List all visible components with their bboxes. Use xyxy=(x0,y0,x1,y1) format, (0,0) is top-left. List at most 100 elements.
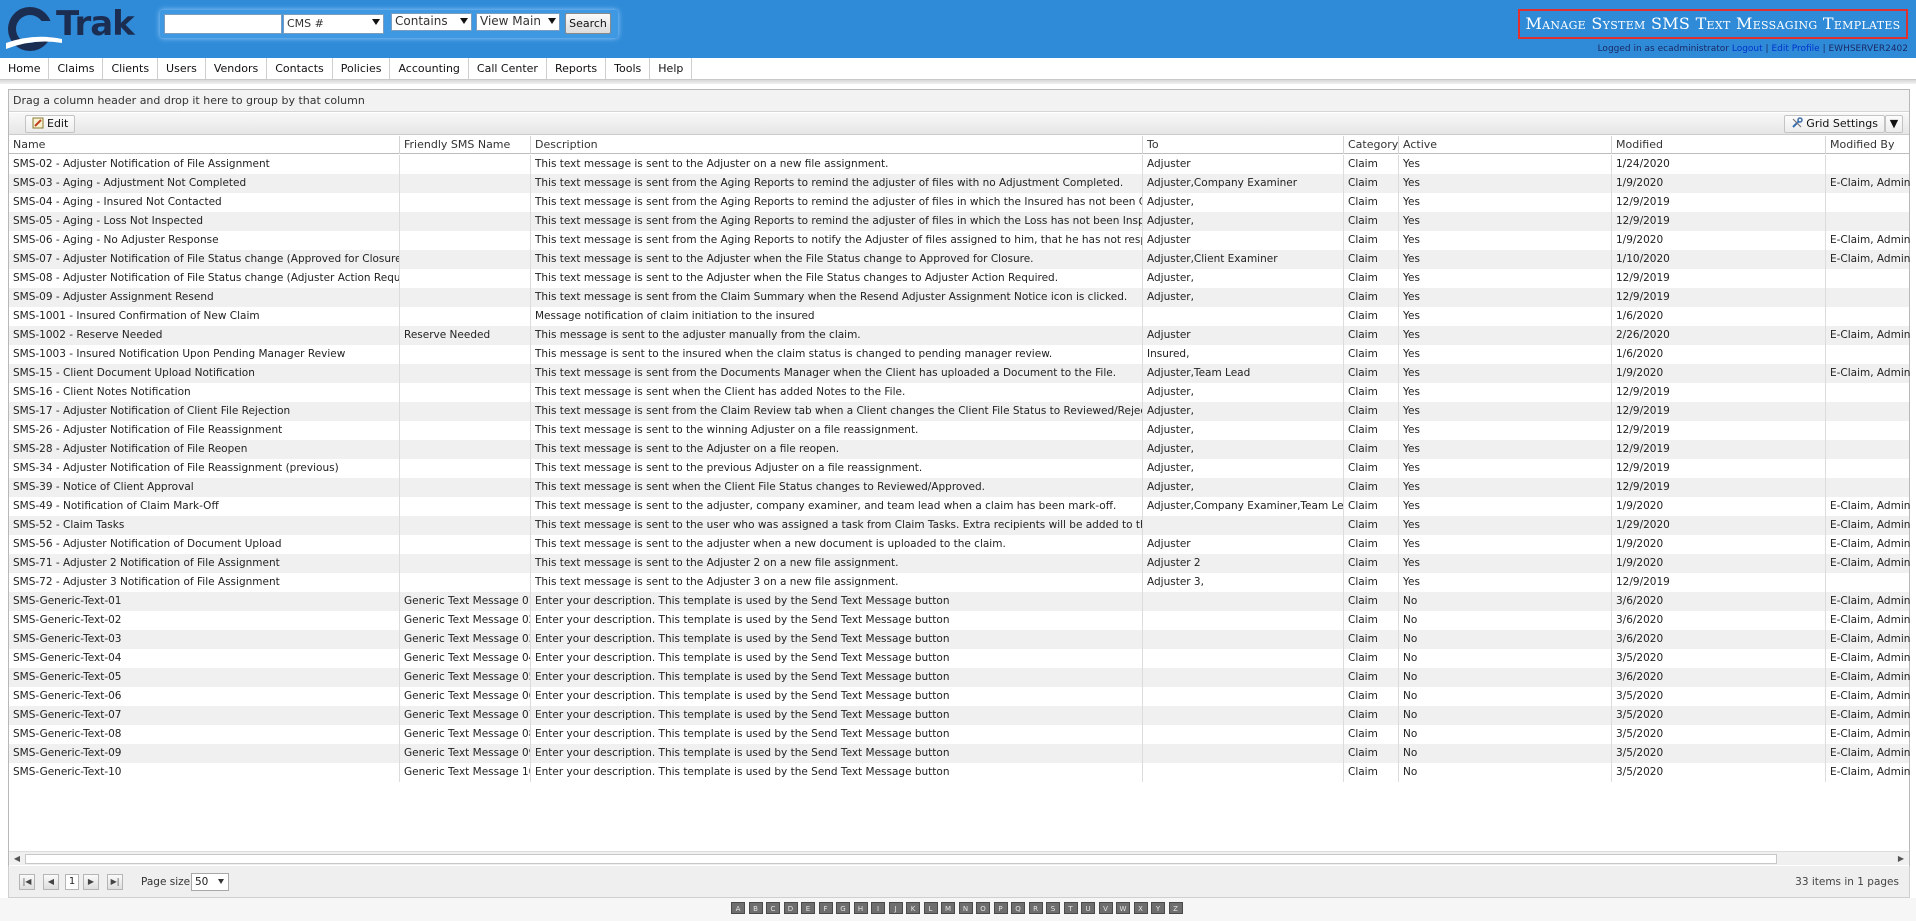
column-header-modified[interactable]: Modified xyxy=(1612,136,1826,154)
table-row[interactable]: SMS-Generic-Text-02 Generic Text Message … xyxy=(9,611,1911,630)
column-header-category[interactable]: Category xyxy=(1344,136,1399,154)
horizontal-scrollbar[interactable]: ◀ ▶ xyxy=(9,851,1909,865)
alphabet-letter-m[interactable]: M xyxy=(941,902,955,914)
alphabet-letter-a[interactable]: A xyxy=(731,902,745,914)
search-field-select[interactable]: CMS # xyxy=(283,14,384,34)
table-row[interactable]: SMS-Generic-Text-04 Generic Text Message … xyxy=(9,649,1910,668)
alphabet-letter-g[interactable]: G xyxy=(836,902,850,914)
previous-page-icon[interactable]: ◀ xyxy=(43,874,59,890)
table-row[interactable]: SMS-07 - Adjuster Notification of File S… xyxy=(9,250,1910,269)
alphabet-letter-t[interactable]: T xyxy=(1063,902,1078,914)
alphabet-letter-w[interactable]: W xyxy=(1116,902,1130,914)
alphabet-letter-u[interactable]: U xyxy=(1081,902,1095,914)
table-row[interactable]: SMS-1003 - Insured Notification Upon Pen… xyxy=(9,345,1909,364)
table-row[interactable]: SMS-26 - Adjuster Notification of File R… xyxy=(9,421,1909,440)
table-row[interactable]: SMS-Generic-Text-03 Generic Text Message … xyxy=(9,630,1911,649)
grid-settings-button[interactable]: Grid Settings xyxy=(1784,115,1885,133)
menu-item-accounting[interactable]: Accounting xyxy=(390,58,469,79)
table-row[interactable]: SMS-34 - Adjuster Notification of File R… xyxy=(9,459,1909,478)
menu-item-claims[interactable]: Claims xyxy=(49,58,104,79)
table-row[interactable]: SMS-17 - Adjuster Notification of Client… xyxy=(9,402,1909,421)
alphabet-letter-h[interactable]: H xyxy=(853,902,868,914)
alphabet-letter-b[interactable]: B xyxy=(748,902,763,914)
menu-item-reports[interactable]: Reports xyxy=(547,58,607,79)
edit-profile-link[interactable]: Edit Profile xyxy=(1771,44,1819,54)
table-row[interactable]: SMS-05 - Aging - Loss Not Inspected This … xyxy=(9,212,1909,231)
edit-button[interactable]: Edit xyxy=(25,115,76,133)
alphabet-letter-o[interactable]: O xyxy=(976,902,990,914)
column-header-name[interactable]: Name xyxy=(9,136,400,154)
table-row[interactable]: SMS-1001 - Insured Confirmation of New C… xyxy=(9,307,1909,326)
alphabet-letter-l[interactable]: L xyxy=(923,902,938,914)
menu-item-contacts[interactable]: Contacts xyxy=(267,58,333,79)
alphabet-letter-r[interactable]: R xyxy=(1028,902,1043,914)
table-row[interactable]: SMS-49 - Notification of Claim Mark-Off T… xyxy=(9,497,1910,516)
menu-item-vendors[interactable]: Vendors xyxy=(206,58,268,79)
next-page-icon[interactable]: ▶ xyxy=(83,874,99,890)
alphabet-letter-i[interactable]: I xyxy=(871,902,885,914)
scrollbar-thumb[interactable] xyxy=(25,854,1777,864)
table-row[interactable]: SMS-Generic-Text-07 Generic Text Message … xyxy=(9,706,1910,725)
menu-item-call-center[interactable]: Call Center xyxy=(469,58,547,79)
table-row[interactable]: SMS-03 - Aging - Adjustment Not Complete… xyxy=(9,174,1910,193)
logout-link[interactable]: Logout xyxy=(1732,44,1763,54)
column-header-description[interactable]: Description xyxy=(531,136,1143,154)
column-header-modified-by[interactable]: Modified By xyxy=(1826,136,1911,154)
search-operator-select[interactable]: Contains xyxy=(391,13,472,31)
table-row[interactable]: SMS-08 - Adjuster Notification of File S… xyxy=(9,269,1909,288)
scroll-right-icon[interactable]: ▶ xyxy=(1895,853,1907,865)
search-button[interactable]: Search xyxy=(565,13,611,34)
group-by-panel[interactable]: Drag a column header and drop it here to… xyxy=(9,90,1909,112)
table-row[interactable]: SMS-Generic-Text-10 Generic Text Message … xyxy=(9,763,1910,782)
alphabet-letter-k[interactable]: K xyxy=(906,902,920,914)
alphabet-letter-s[interactable]: S xyxy=(1046,902,1060,914)
first-page-icon[interactable]: |◀ xyxy=(19,874,35,890)
table-row[interactable]: SMS-56 - Adjuster Notification of Docume… xyxy=(9,535,1910,554)
alphabet-letter-p[interactable]: P xyxy=(993,902,1008,914)
menu-item-help[interactable]: Help xyxy=(650,58,693,79)
table-row[interactable]: SMS-39 - Notice of Client Approval This t… xyxy=(9,478,1909,497)
column-header-to[interactable]: To xyxy=(1143,136,1344,154)
table-row[interactable]: SMS-09 - Adjuster Assignment Resend This … xyxy=(9,288,1909,307)
alphabet-letter-d[interactable]: D xyxy=(783,902,798,914)
etrak-logo[interactable]: Trak xyxy=(4,3,154,53)
alphabet-letter-c[interactable]: C xyxy=(766,902,780,914)
alphabet-letter-j[interactable]: J xyxy=(888,902,903,914)
alphabet-letter-z[interactable]: Z xyxy=(1168,902,1183,914)
alphabet-letter-n[interactable]: N xyxy=(958,902,973,914)
table-row[interactable]: SMS-Generic-Text-01 Generic Text Message … xyxy=(9,592,1911,611)
table-row[interactable]: SMS-71 - Adjuster 2 Notification of File… xyxy=(9,554,1910,573)
table-row[interactable]: SMS-02 - Adjuster Notification of File A… xyxy=(9,155,1909,174)
page-size-select[interactable]: 50 xyxy=(191,873,229,891)
menu-item-home[interactable]: Home xyxy=(0,58,50,79)
current-page-number[interactable]: 1 xyxy=(65,874,79,890)
last-page-icon[interactable]: ▶| xyxy=(107,874,123,890)
table-row[interactable]: SMS-Generic-Text-05 Generic Text Message … xyxy=(9,668,1911,687)
view-select[interactable]: View Main xyxy=(476,13,560,31)
grid-settings-dropdown[interactable]: ▼ xyxy=(1885,115,1903,133)
column-header-active[interactable]: Active xyxy=(1399,136,1612,154)
alphabet-letter-f[interactable]: F xyxy=(818,902,833,914)
table-row[interactable]: SMS-06 - Aging - No Adjuster Response Thi… xyxy=(9,231,1910,250)
table-row[interactable]: SMS-Generic-Text-08 Generic Text Message … xyxy=(9,725,1910,744)
alphabet-letter-q[interactable]: Q xyxy=(1011,902,1025,914)
column-header-friendly-sms-name[interactable]: Friendly SMS Name xyxy=(400,136,531,154)
menu-item-policies[interactable]: Policies xyxy=(333,58,391,79)
alphabet-letter-y[interactable]: Y xyxy=(1151,902,1165,914)
alphabet-letter-e[interactable]: E xyxy=(801,902,815,914)
table-row[interactable]: SMS-15 - Client Document Upload Notifica… xyxy=(9,364,1910,383)
search-input[interactable] xyxy=(164,14,282,34)
table-row[interactable]: SMS-16 - Client Notes Notification This t… xyxy=(9,383,1909,402)
menu-item-users[interactable]: Users xyxy=(158,58,206,79)
table-row[interactable]: SMS-1002 - Reserve Needed Reserve Needed T… xyxy=(9,326,1910,345)
menu-item-tools[interactable]: Tools xyxy=(606,58,651,79)
menu-item-clients[interactable]: Clients xyxy=(103,58,159,79)
alphabet-letter-v[interactable]: V xyxy=(1098,902,1113,914)
table-row[interactable]: SMS-28 - Adjuster Notification of File R… xyxy=(9,440,1909,459)
alphabet-letter-x[interactable]: X xyxy=(1133,902,1148,914)
table-row[interactable]: SMS-52 - Claim Tasks This text message is… xyxy=(9,516,1910,535)
scroll-left-icon[interactable]: ◀ xyxy=(11,853,23,865)
table-row[interactable]: SMS-Generic-Text-09 Generic Text Message … xyxy=(9,744,1910,763)
table-row[interactable]: SMS-Generic-Text-06 Generic Text Message … xyxy=(9,687,1910,706)
table-row[interactable]: SMS-72 - Adjuster 3 Notification of File… xyxy=(9,573,1909,592)
